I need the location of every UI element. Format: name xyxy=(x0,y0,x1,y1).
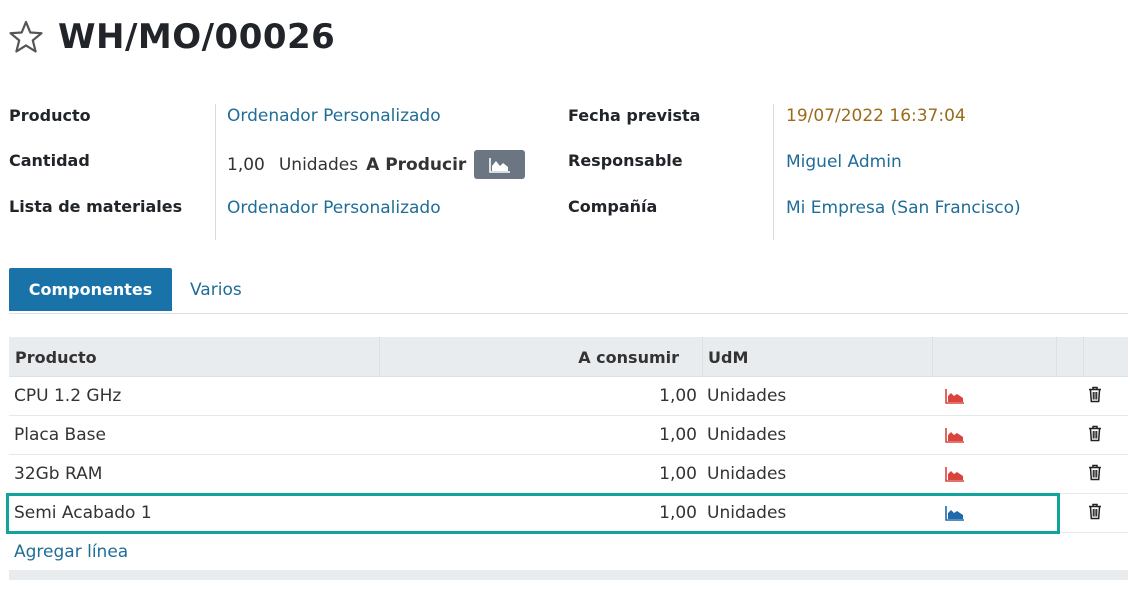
tab-componentes[interactable]: Componentes xyxy=(9,268,172,311)
add-line-link[interactable]: Agregar línea xyxy=(9,533,1128,570)
bom-label: Lista de materiales xyxy=(9,197,183,216)
row-product[interactable]: 32Gb RAM xyxy=(14,455,102,493)
date-label: Fecha prevista xyxy=(568,106,701,125)
title-row: WH/MO/00026 xyxy=(8,12,335,62)
bom-field[interactable]: Ordenador Personalizado xyxy=(227,198,441,218)
row-highlight-box xyxy=(6,493,1060,534)
table-footer xyxy=(9,570,1128,580)
row-product[interactable]: CPU 1.2 GHz xyxy=(14,377,121,415)
row-uom[interactable]: Unidades xyxy=(707,377,786,415)
star-icon[interactable] xyxy=(8,19,44,55)
table-row[interactable]: Placa Base 1,00 Unidades xyxy=(9,416,1128,455)
trash-icon[interactable] xyxy=(1088,425,1102,442)
table-header: Producto A consumir UdM xyxy=(9,337,1128,377)
table-row[interactable]: 32Gb RAM 1,00 Unidades xyxy=(9,455,1128,494)
trash-icon[interactable] xyxy=(1088,503,1102,520)
quantity-value[interactable]: 1,00 xyxy=(227,155,265,175)
row-uom[interactable]: Unidades xyxy=(707,416,786,454)
responsible-field[interactable]: Miguel Admin xyxy=(786,152,902,172)
area-chart-icon xyxy=(488,157,510,173)
header-divider xyxy=(932,337,933,377)
quantity-unit: Unidades xyxy=(278,154,359,175)
form-fields: Producto Cantidad Lista de materiales Or… xyxy=(0,98,1137,244)
tab-varios[interactable]: Varios xyxy=(190,268,242,311)
company-field[interactable]: Mi Empresa (San Francisco) xyxy=(786,198,1021,218)
forecast-chart-icon[interactable] xyxy=(945,427,965,443)
header-divider xyxy=(1056,337,1057,377)
header-divider xyxy=(702,337,703,377)
col-header-to-consume[interactable]: A consumir xyxy=(379,337,679,377)
row-to-consume[interactable]: 1,00 xyxy=(379,455,697,493)
trash-icon[interactable] xyxy=(1088,464,1102,481)
date-field[interactable]: 19/07/2022 16:37:04 xyxy=(786,106,966,126)
field-separator xyxy=(215,104,216,240)
page-title: WH/MO/00026 xyxy=(58,17,336,57)
field-separator xyxy=(773,104,774,240)
col-header-product[interactable]: Producto xyxy=(15,337,97,377)
row-to-consume[interactable]: 1,00 xyxy=(379,416,697,454)
responsible-label: Responsable xyxy=(568,151,683,170)
product-field[interactable]: Ordenador Personalizado xyxy=(227,106,441,126)
forecast-chart-icon[interactable] xyxy=(945,388,965,404)
quantity-label: Cantidad xyxy=(9,151,90,170)
quantity-suffix: A Producir xyxy=(366,154,467,175)
row-uom[interactable]: Unidades xyxy=(707,455,786,493)
forecast-report-button[interactable] xyxy=(474,150,526,179)
notebook-tabs: Componentes Varios xyxy=(9,268,1128,314)
company-label: Compañía xyxy=(568,197,658,216)
table-row[interactable]: CPU 1.2 GHz 1,00 Unidades xyxy=(9,377,1128,416)
forecast-chart-icon[interactable] xyxy=(945,466,965,482)
row-to-consume[interactable]: 1,00 xyxy=(379,377,697,415)
row-product[interactable]: Placa Base xyxy=(14,416,106,454)
header-divider xyxy=(1083,337,1084,377)
trash-icon[interactable] xyxy=(1088,386,1102,403)
components-table: Producto A consumir UdM CPU 1.2 GHz 1,00… xyxy=(9,337,1128,580)
col-header-uom[interactable]: UdM xyxy=(708,337,748,377)
product-label: Producto xyxy=(9,106,91,125)
quantity-field[interactable]: 1,00 Unidades A Producir xyxy=(227,150,526,179)
